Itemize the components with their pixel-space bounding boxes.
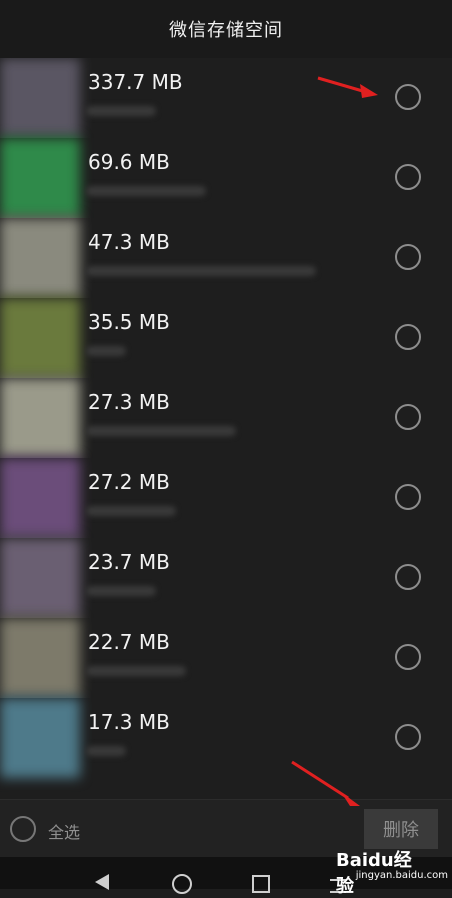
item-size: 23.7 MB <box>88 550 170 574</box>
storage-list[interactable]: 337.7 MB 69.6 MB 47.3 MB 35.5 MB 27.3 MB 27.2… <box>0 58 452 799</box>
list-item[interactable]: 23.7 MB <box>0 538 452 618</box>
list-item[interactable]: 22.7 MB <box>0 618 452 698</box>
item-name-blurred <box>86 666 186 676</box>
select-radio[interactable] <box>395 484 421 510</box>
baidu-watermark: Baidu经验 jingyan.baidu.com <box>336 846 452 897</box>
list-item[interactable]: 27.3 MB <box>0 378 452 458</box>
item-size: 47.3 MB <box>88 230 170 254</box>
item-name-blurred <box>86 346 126 356</box>
recent-apps-icon[interactable] <box>252 875 270 893</box>
item-size: 337.7 MB <box>88 70 183 94</box>
list-item[interactable]: 35.5 MB <box>0 298 452 378</box>
list-item[interactable]: 69.6 MB <box>0 138 452 218</box>
list-item[interactable]: 47.3 MB <box>0 218 452 298</box>
thumbnail-image <box>0 218 80 298</box>
list-item[interactable]: 27.2 MB <box>0 458 452 538</box>
thumbnail-image <box>0 458 80 538</box>
back-icon[interactable] <box>95 874 109 890</box>
item-size: 17.3 MB <box>88 710 170 734</box>
item-size: 22.7 MB <box>88 630 170 654</box>
select-radio[interactable] <box>395 644 421 670</box>
item-size: 27.3 MB <box>88 390 170 414</box>
select-radio[interactable] <box>395 164 421 190</box>
select-radio[interactable] <box>395 724 421 750</box>
thumbnail-image <box>0 58 80 138</box>
thumbnail-image <box>0 618 80 698</box>
select-radio[interactable] <box>395 244 421 270</box>
item-name-blurred <box>86 426 236 436</box>
item-name-blurred <box>86 506 176 516</box>
item-size: 27.2 MB <box>88 470 170 494</box>
select-radio[interactable] <box>395 564 421 590</box>
delete-button[interactable]: 删除 <box>364 809 438 849</box>
item-size: 35.5 MB <box>88 310 170 334</box>
thumbnail-image <box>0 298 80 378</box>
title-bar: 微信存储空间 <box>0 0 452 58</box>
select-radio[interactable] <box>395 404 421 430</box>
page-title: 微信存储空间 <box>169 20 283 41</box>
select-all-label[interactable]: 全选 <box>48 819 80 843</box>
item-name-blurred <box>86 586 156 596</box>
thumbnail-image <box>0 538 80 618</box>
home-icon[interactable] <box>172 874 192 894</box>
select-all-radio[interactable] <box>10 816 36 842</box>
thumbnail-image <box>0 378 80 458</box>
select-radio[interactable] <box>395 84 421 110</box>
item-size: 69.6 MB <box>88 150 170 174</box>
watermark-url: jingyan.baidu.com <box>355 870 448 881</box>
thumbnail-image <box>0 698 80 778</box>
list-item[interactable]: 337.7 MB <box>0 58 452 138</box>
item-name-blurred <box>86 106 156 116</box>
item-name-blurred <box>86 266 316 276</box>
thumbnail-image <box>0 138 80 218</box>
list-item[interactable]: 17.3 MB <box>0 698 452 778</box>
item-name-blurred <box>86 746 126 756</box>
item-name-blurred <box>86 186 206 196</box>
select-radio[interactable] <box>395 324 421 350</box>
